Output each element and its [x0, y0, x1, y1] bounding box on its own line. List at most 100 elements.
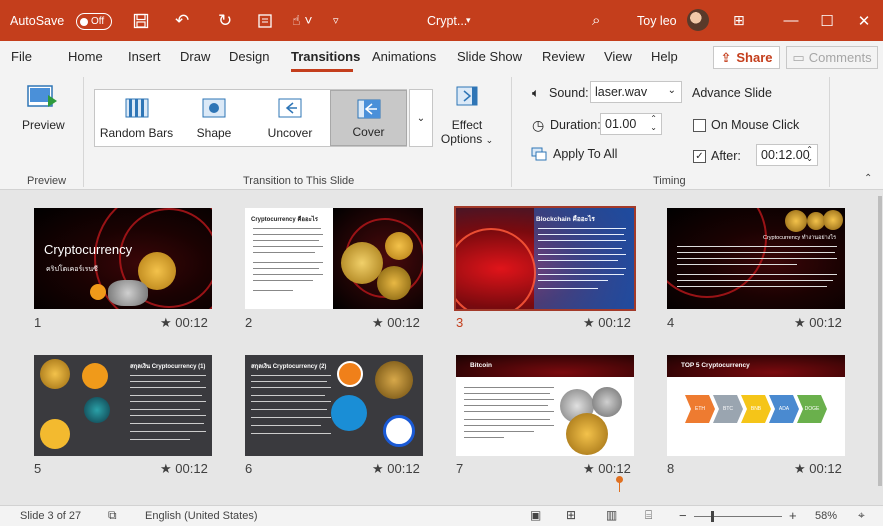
ripple-coin: [331, 395, 367, 431]
undo-icon[interactable]: ↶: [175, 0, 189, 41]
sound-dropdown[interactable]: laser.wav ⌄: [590, 81, 682, 103]
slide-time: 00:12: [598, 315, 631, 330]
tab-review[interactable]: Review: [542, 49, 585, 64]
slide-time: 00:12: [175, 461, 208, 476]
slideshow-view-icon[interactable]: ⌸: [645, 508, 652, 523]
coins-pile: [108, 280, 148, 306]
transition-uncover[interactable]: Uncover: [250, 90, 330, 146]
text-line: [464, 431, 534, 432]
save-icon[interactable]: [133, 0, 149, 41]
text-line: [677, 280, 833, 281]
scrollbar-thumb[interactable]: [878, 196, 882, 486]
autosave-toggle[interactable]: Off: [76, 13, 112, 30]
tab-help[interactable]: Help: [651, 49, 678, 64]
title-dropdown-icon[interactable]: ▾: [466, 0, 471, 41]
effect-options-button[interactable]: Effect Options ⌄: [440, 85, 494, 155]
after-time-value: 00:12.00: [761, 148, 810, 162]
slide-title: Bitcoin: [470, 362, 493, 369]
transition-cover[interactable]: Cover: [330, 90, 407, 146]
tab-design[interactable]: Design: [229, 49, 269, 64]
document-title[interactable]: Crypt...: [427, 0, 467, 41]
text-line: [251, 433, 331, 434]
slide-thumbnail[interactable]: Blockchain คืออะไร: [456, 208, 634, 309]
redo-icon[interactable]: ↻: [218, 0, 232, 41]
zoom-out-icon[interactable]: −: [679, 508, 687, 523]
comments-label: Comments: [808, 50, 872, 65]
comments-button[interactable]: ▭ Comments: [786, 46, 878, 69]
effect-options-icon: [456, 86, 478, 106]
search-icon[interactable]: ⌕: [592, 0, 600, 41]
slide-thumbnail[interactable]: TOP 5 Cryptocurrency ETH BTC BNB ADA DOG…: [667, 355, 845, 456]
avatar[interactable]: [687, 9, 709, 31]
slide-thumbnail[interactable]: สกุลเงิน Cryptocurrency (2): [245, 355, 423, 456]
effect-label: Effect: [451, 118, 483, 132]
fit-to-window-icon[interactable]: ⌖: [858, 508, 865, 523]
tab-view[interactable]: View: [604, 49, 632, 64]
close-icon[interactable]: ✕: [845, 0, 883, 41]
touch-mode-icon[interactable]: ☝ ˅: [292, 0, 313, 41]
zoom-level[interactable]: 58%: [815, 510, 837, 522]
normal-view-icon[interactable]: ▣: [530, 508, 541, 522]
slide-thumbnail[interactable]: Cryptocurrency คืออะไร: [245, 208, 423, 309]
slide-thumbnail[interactable]: Cryptocurrency ทำงานอย่างไร: [667, 208, 845, 309]
after-label: After:: [711, 149, 741, 163]
text-line: [251, 409, 327, 410]
slide-thumbnail[interactable]: Bitcoin: [456, 355, 634, 456]
tab-animations[interactable]: Animations: [372, 49, 436, 64]
accessibility-icon[interactable]: ⧉: [108, 508, 117, 523]
slide-timing: ★ 00:12: [372, 461, 420, 476]
slide-title: Cryptocurrency คืออะไร: [251, 217, 319, 223]
text-line: [253, 274, 323, 275]
zoom-slider-thumb[interactable]: [711, 511, 714, 522]
apply-to-all-button[interactable]: Apply To All: [531, 147, 617, 161]
tab-file[interactable]: File: [11, 49, 32, 64]
tab-draw[interactable]: Draw: [180, 49, 210, 64]
slide-time: 00:12: [387, 315, 420, 330]
tab-slide-show[interactable]: Slide Show: [457, 49, 522, 64]
present-icon[interactable]: [257, 0, 273, 41]
text-line: [538, 240, 626, 241]
slide-time: 00:12: [809, 461, 842, 476]
tab-transitions[interactable]: Transitions: [291, 49, 360, 64]
share-button[interactable]: ⇪ Share: [713, 46, 780, 69]
slide-title: Cryptocurrency: [44, 242, 133, 257]
zoom-in-icon[interactable]: +: [789, 508, 797, 523]
zoom-slider[interactable]: [694, 516, 782, 517]
spinner-arrows-icon[interactable]: ⌃ ⌄: [806, 145, 813, 163]
ribbon-display-icon[interactable]: ⊞: [733, 0, 745, 41]
vertical-scrollbar[interactable]: [876, 190, 883, 492]
spinner-arrows-icon[interactable]: ⌃ ⌄: [650, 114, 657, 132]
preview-label: Preview: [22, 118, 65, 132]
gallery-more-button[interactable]: ⌄: [409, 89, 433, 147]
slide-thumbnail[interactable]: Cryptocurrency คริปโตเคอร์เรนซี: [34, 208, 212, 309]
top5-item-eth: ETH: [685, 395, 715, 423]
text-line: [253, 268, 319, 269]
tab-home[interactable]: Home: [68, 49, 103, 64]
collapse-ribbon-icon[interactable]: ⌃: [864, 173, 872, 184]
on-mouse-click-checkbox[interactable]: [693, 119, 706, 132]
language-indicator[interactable]: English (United States): [145, 510, 258, 522]
transition-shape[interactable]: Shape: [178, 90, 250, 146]
coin: [377, 266, 411, 300]
text-line: [464, 399, 554, 400]
slide-thumbnail[interactable]: สกุลเงิน Cryptocurrency (1): [34, 355, 212, 456]
text-line: [253, 240, 319, 241]
transition-random-bars[interactable]: Random Bars: [95, 90, 178, 146]
preview-button[interactable]: Preview: [22, 83, 65, 143]
share-label: Share: [736, 50, 773, 65]
slide-title: Blockchain คืออะไร: [536, 216, 595, 223]
minimize-icon[interactable]: —: [772, 0, 810, 41]
slide-sorter-view-icon[interactable]: ⊞: [566, 508, 576, 522]
text-line: [464, 419, 550, 420]
maximize-icon[interactable]: ☐: [808, 0, 846, 41]
tab-insert[interactable]: Insert: [128, 49, 161, 64]
after-time-stepper[interactable]: 00:12.00 ⌃ ⌄: [756, 144, 818, 166]
slide-subtitle: คริปโตเคอร์เรนซี: [46, 266, 98, 273]
random-bars-icon: [125, 98, 148, 118]
reading-view-icon[interactable]: ▥: [606, 508, 617, 522]
user-name[interactable]: Toy leo: [637, 0, 677, 41]
duration-stepper[interactable]: 01.00 ⌃ ⌄: [600, 113, 662, 135]
customize-toolbar-icon[interactable]: ▿: [333, 0, 339, 41]
after-checkbox[interactable]: ✓: [693, 150, 706, 163]
slide-timing: ★ 00:12: [160, 315, 208, 330]
